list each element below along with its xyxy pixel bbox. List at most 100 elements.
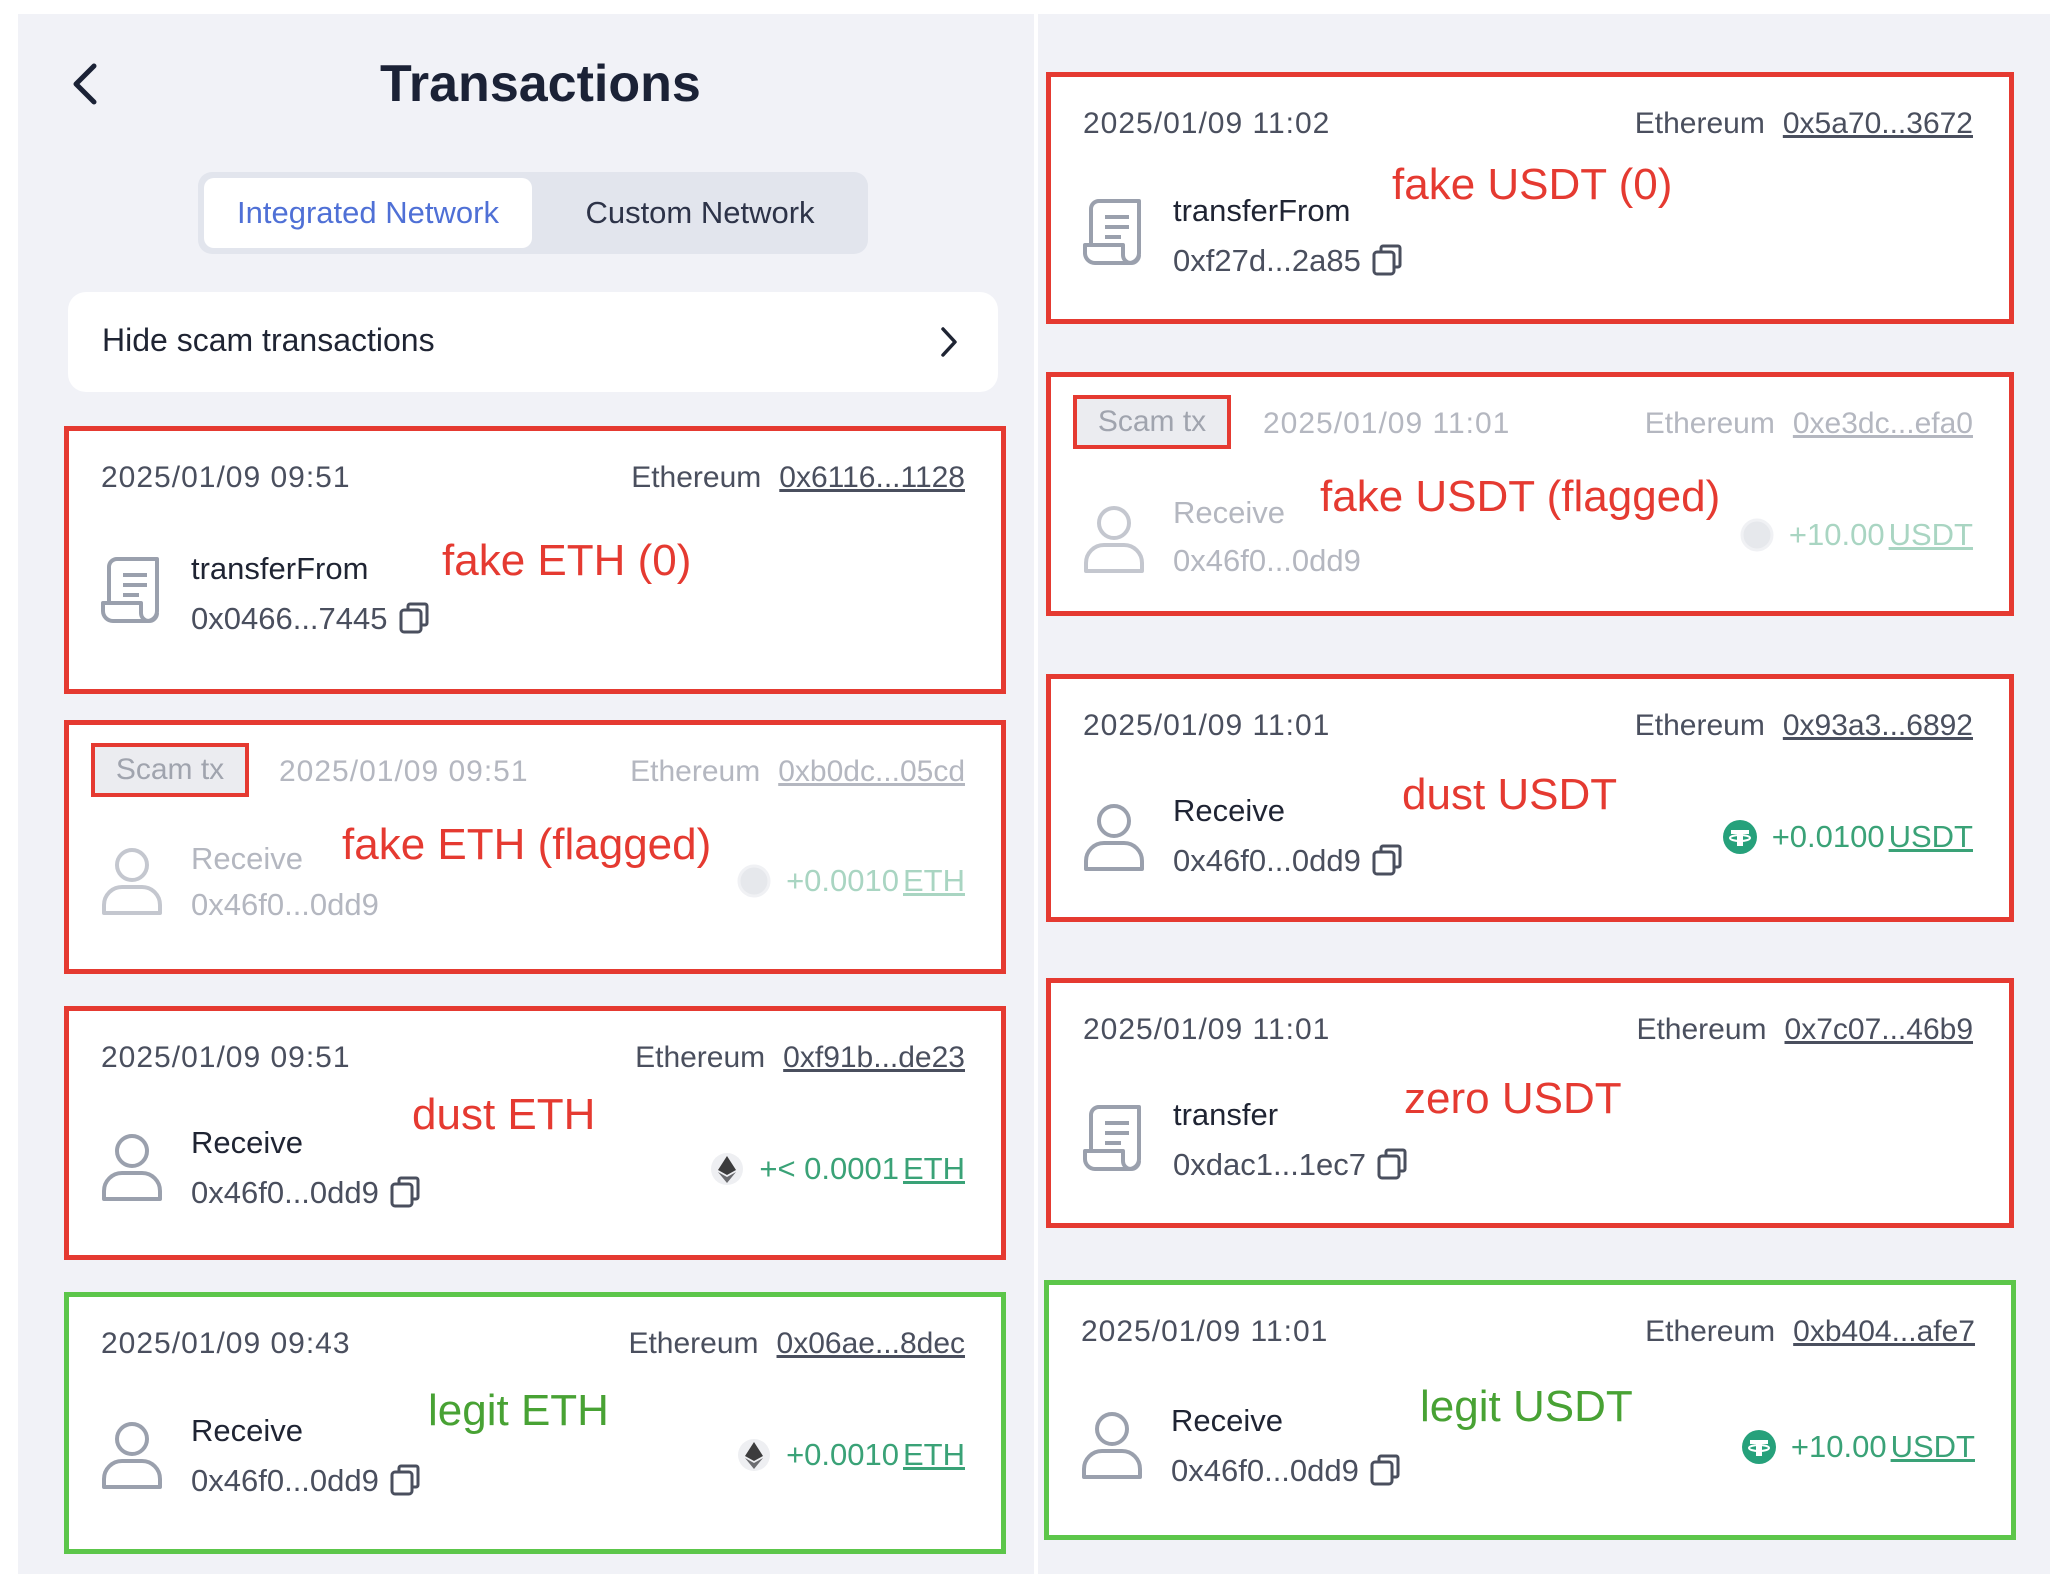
annotation-fake-usdt-flagged: fake USDT (flagged): [1320, 472, 1721, 521]
unknown-token-icon: [737, 864, 771, 898]
tx-method: transferFrom: [1173, 193, 1351, 228]
token-symbol-link[interactable]: USDT: [1891, 1429, 1975, 1464]
eth-token-icon: [738, 1439, 771, 1471]
tx-address-text: 0x46f0...0dd9: [191, 1175, 379, 1210]
tab-integrated-network[interactable]: Integrated Network: [204, 178, 532, 248]
tx-hash-link[interactable]: 0x06ae...8dec: [777, 1327, 965, 1360]
tx-address: 0xf27d...2a85: [1173, 243, 1403, 279]
network-segmented-control: Integrated Network Custom Network: [198, 172, 868, 254]
hide-scam-label: Hide scam transactions: [102, 322, 435, 358]
contract-icon: [1083, 199, 1141, 265]
token-symbol-link[interactable]: ETH: [903, 1437, 965, 1472]
tx-network: Ethereum: [631, 461, 762, 494]
tx-amount: +< 0.0001 ETH: [709, 1151, 965, 1187]
tx-method: Receive: [1173, 793, 1285, 828]
tx-date: 2025/01/09 11:02: [1083, 107, 1331, 140]
copy-icon[interactable]: [1376, 1147, 1408, 1181]
usdt-token-icon: [1722, 820, 1757, 854]
tx-amount: +0.0100 USDT: [1722, 819, 1973, 855]
tx-meta: Ethereum 0xe3dc...efa0: [1645, 407, 1973, 441]
scam-tx-badge: Scam tx: [1073, 395, 1231, 449]
copy-icon[interactable]: [1371, 843, 1403, 877]
tx-network: Ethereum: [1634, 709, 1765, 742]
token-symbol-link[interactable]: ETH: [903, 863, 965, 898]
copy-icon[interactable]: [389, 1175, 421, 1209]
tx-meta: Ethereum 0x7c07...46b9: [1636, 1013, 1973, 1047]
annotation-dust-usdt: dust USDT: [1402, 770, 1618, 819]
eth-token-icon: [711, 1153, 744, 1185]
annotation-zero-usdt: zero USDT: [1404, 1074, 1622, 1123]
annotation-fake-eth-zero: fake ETH (0): [442, 536, 692, 585]
scam-tx-badge: Scam tx: [91, 743, 249, 797]
tx-date: 2025/01/09 11:01: [1081, 1315, 1329, 1348]
tx-address: 0x46f0...0dd9: [191, 1463, 421, 1499]
tx-address-text: 0x46f0...0dd9: [1173, 543, 1361, 578]
contract-icon: [101, 557, 159, 623]
copy-icon[interactable]: [1369, 1453, 1401, 1487]
tx-address: 0x46f0...0dd9: [191, 1175, 421, 1211]
tx-address: 0x46f0...0dd9: [1171, 1453, 1401, 1489]
tx-meta: Ethereum 0x6116...1128: [631, 461, 965, 495]
tx-amount: +0.0010 ETH: [736, 1437, 965, 1473]
tx-date: 2025/01/09 09:51: [101, 461, 351, 494]
tx-meta: Ethereum 0x5a70...3672: [1635, 107, 1973, 141]
annotation-fake-eth-flagged: fake ETH (flagged): [342, 820, 712, 869]
tx-hash-link[interactable]: 0x6116...1128: [779, 461, 965, 494]
tx-method: Receive: [191, 1413, 303, 1448]
chevron-right-icon: [941, 327, 957, 357]
tx-address: 0x46f0...0dd9: [191, 887, 379, 923]
user-icon: [102, 1134, 162, 1201]
token-symbol-link[interactable]: USDT: [1889, 517, 1973, 552]
user-icon: [102, 848, 162, 915]
tx-network: Ethereum: [635, 1041, 766, 1074]
tx-amount-value: +0.0010: [786, 863, 899, 898]
tx-hash-link[interactable]: 0x93a3...6892: [1783, 709, 1973, 742]
tx-hash-link[interactable]: 0xb404...afe7: [1793, 1315, 1975, 1348]
unknown-token-icon: [1740, 518, 1774, 552]
tx-amount-value: +10.00: [1788, 517, 1885, 552]
tx-address: 0x46f0...0dd9: [1173, 543, 1361, 579]
copy-icon[interactable]: [389, 1463, 421, 1497]
tx-meta: Ethereum 0x93a3...6892: [1635, 709, 1973, 743]
tx-address: 0x0466...7445: [191, 601, 430, 637]
copy-icon[interactable]: [1371, 243, 1403, 277]
tx-date: 2025/01/09 11:01: [1263, 407, 1511, 440]
token-symbol-link[interactable]: USDT: [1889, 819, 1973, 854]
tx-network: Ethereum: [1634, 107, 1765, 140]
tx-method: Receive: [191, 841, 303, 876]
token-symbol-link[interactable]: ETH: [903, 1151, 965, 1186]
tx-method: Receive: [1173, 495, 1285, 530]
tx-network: Ethereum: [1636, 1013, 1767, 1046]
back-chevron-icon[interactable]: [70, 62, 100, 106]
annotation-fake-usdt-zero: fake USDT (0): [1392, 160, 1673, 209]
annotation-legit-usdt: legit USDT: [1420, 1382, 1633, 1431]
user-icon: [1084, 506, 1144, 573]
tx-amount-value: +< 0.0001: [759, 1151, 899, 1186]
tx-network: Ethereum: [628, 1327, 759, 1360]
tx-amount-value: +0.0100: [1771, 819, 1885, 854]
tab-custom-network[interactable]: Custom Network: [538, 178, 862, 248]
tx-hash-link[interactable]: 0x7c07...46b9: [1785, 1013, 1973, 1046]
tx-date: 2025/01/09 11:01: [1083, 1013, 1331, 1046]
tx-amount: +0.0010 ETH: [736, 863, 965, 899]
tx-hash-link[interactable]: 0xf91b...de23: [783, 1041, 965, 1074]
user-icon: [102, 1422, 162, 1489]
annotation-dust-eth: dust ETH: [412, 1090, 596, 1139]
tx-meta: Ethereum 0x06ae...8dec: [628, 1327, 965, 1361]
tx-meta: Ethereum 0xb0dc...05cd: [630, 755, 965, 789]
copy-icon[interactable]: [398, 601, 430, 635]
tx-address-text: 0x0466...7445: [191, 601, 388, 636]
tx-address: 0x46f0...0dd9: [1173, 843, 1403, 879]
tx-address-text: 0x46f0...0dd9: [1173, 843, 1361, 878]
tx-meta: Ethereum 0xf91b...de23: [635, 1041, 965, 1075]
tx-hash-link[interactable]: 0xe3dc...efa0: [1793, 407, 1973, 440]
tx-date: 2025/01/09 09:51: [101, 1041, 351, 1074]
tx-hash-link[interactable]: 0xb0dc...05cd: [778, 755, 965, 788]
tx-method: Receive: [1171, 1403, 1283, 1438]
tx-amount: +10.00 USDT: [1741, 1429, 1975, 1465]
hide-scam-transactions-row[interactable]: Hide scam transactions: [68, 292, 998, 392]
tx-date: 2025/01/09 11:01: [1083, 709, 1331, 742]
tx-meta: Ethereum 0xb404...afe7: [1645, 1315, 1975, 1349]
tx-hash-link[interactable]: 0x5a70...3672: [1783, 107, 1973, 140]
tx-address-text: 0x46f0...0dd9: [1171, 1453, 1359, 1488]
